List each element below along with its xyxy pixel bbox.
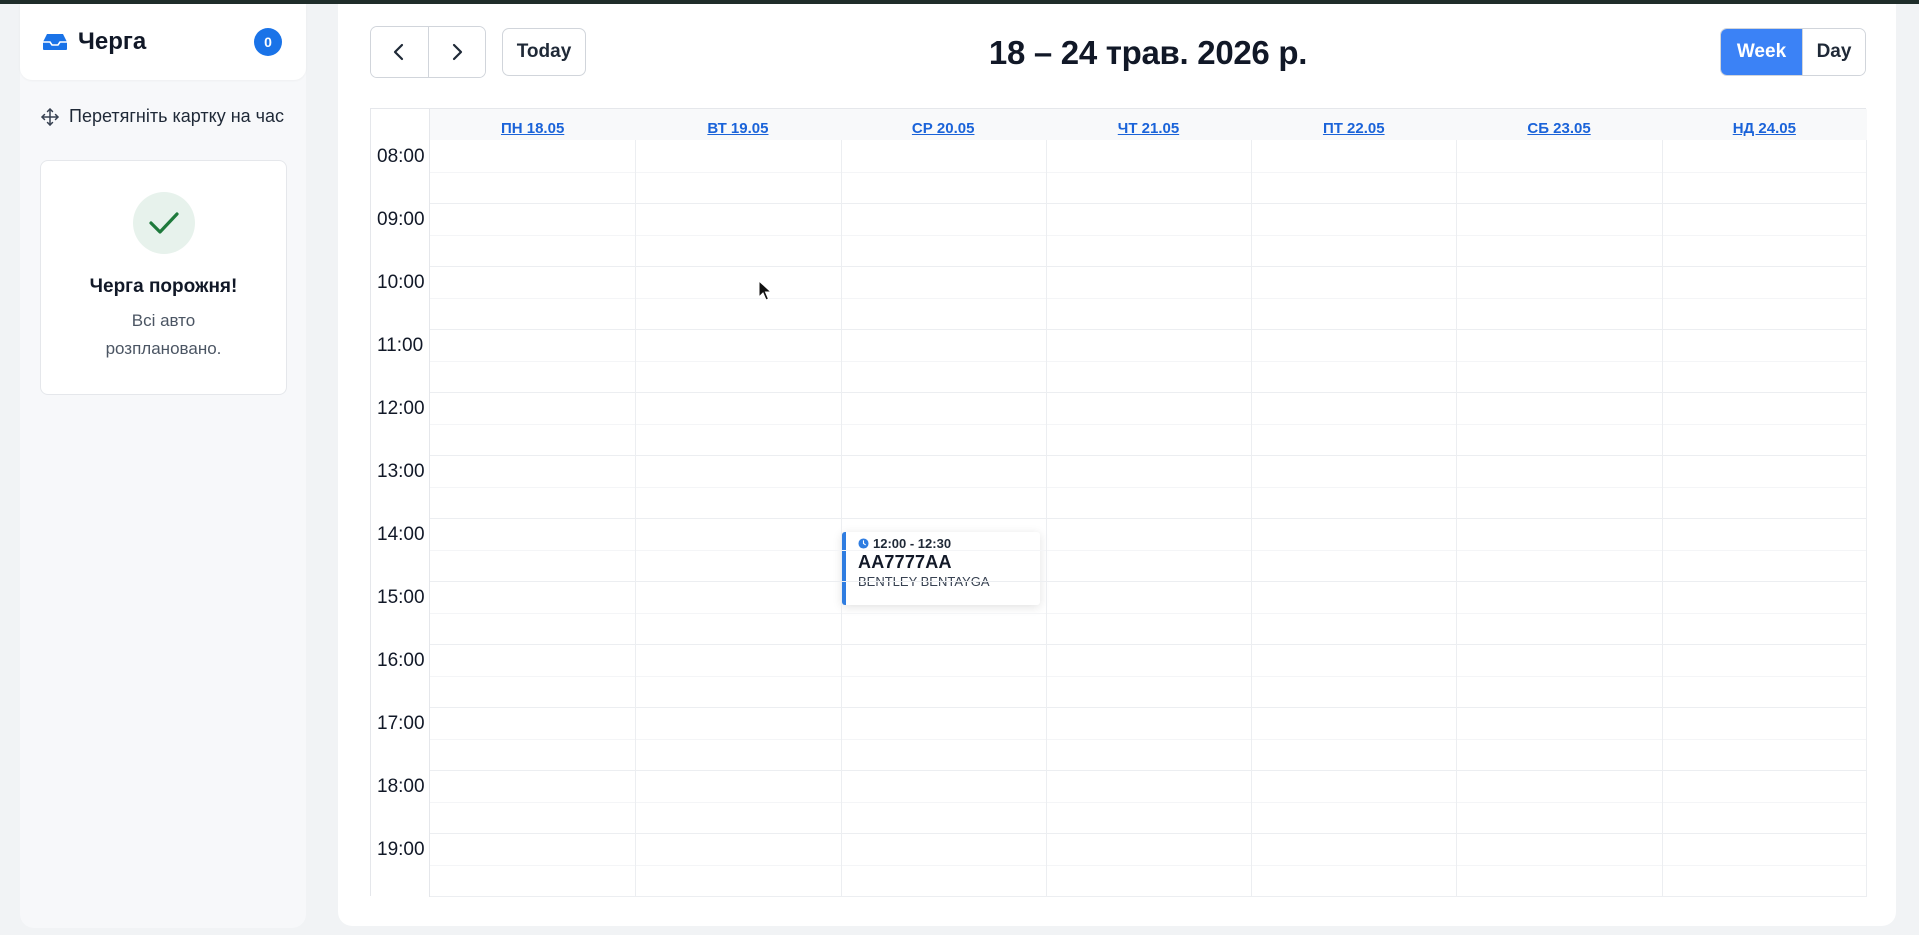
half-hour-gridline	[430, 549, 1867, 551]
queue-count-badge: 0	[254, 28, 282, 56]
hour-label: 17:00	[377, 713, 425, 734]
hour-gridline	[430, 896, 1867, 897]
empty-queue-card: Черга порожня! Всі авто розплановано.	[40, 160, 287, 395]
day-header-2[interactable]: ВТ 19.05	[635, 109, 840, 140]
half-hour-gridline	[430, 864, 1867, 866]
check-icon	[132, 192, 195, 254]
day-header-7[interactable]: НД 24.05	[1662, 109, 1867, 140]
hour-label: 12:00	[377, 398, 425, 419]
day-column-divider	[1866, 140, 1867, 897]
half-hour-gridline	[430, 360, 1867, 362]
calendar-panel: Today 18 – 24 трав. 2026 р. Week Day 08:…	[338, 4, 1896, 926]
half-hour-gridline	[430, 486, 1867, 488]
half-hour-gridline	[430, 738, 1867, 740]
hour-gridline	[430, 392, 1867, 393]
half-hour-gridline	[430, 297, 1867, 299]
hour-label: 13:00	[377, 461, 425, 482]
half-hour-gridline	[430, 675, 1867, 677]
drag-hint-text: Перетягніть картку на час	[69, 106, 285, 126]
queue-sidebar: Черга 0 Перетягніть картку на час Черга …	[20, 4, 306, 928]
chevron-right-icon	[452, 43, 462, 61]
hour-gridline	[430, 833, 1867, 834]
queue-header: Черга 0	[20, 4, 306, 80]
hour-label: 09:00	[377, 209, 425, 230]
day-column-divider	[1046, 140, 1047, 897]
day-header-3[interactable]: СР 20.05	[841, 109, 1046, 140]
day-column-divider	[1456, 140, 1457, 897]
today-button[interactable]: Today	[502, 28, 586, 76]
move-icon	[40, 107, 60, 127]
hour-gridline	[430, 707, 1867, 708]
day-header-4[interactable]: ЧТ 21.05	[1046, 109, 1251, 140]
day-column-divider	[635, 140, 636, 897]
hour-gridline	[430, 644, 1867, 645]
hour-label: 18:00	[377, 776, 425, 797]
hour-gridline	[430, 455, 1867, 456]
half-hour-gridline	[430, 234, 1867, 236]
day-column-divider	[841, 140, 842, 897]
day-column-divider	[1251, 140, 1252, 897]
hour-label: 15:00	[377, 587, 425, 608]
empty-queue-subtitle: Всі авто розплановано.	[105, 311, 222, 358]
view-switcher: Week Day	[1720, 28, 1866, 76]
day-header-6[interactable]: СБ 23.05	[1456, 109, 1661, 140]
half-hour-gridline	[430, 423, 1867, 425]
half-hour-gridline	[430, 801, 1867, 803]
inbox-icon	[42, 32, 68, 52]
hour-label: 10:00	[377, 272, 425, 293]
clock-icon	[858, 538, 869, 549]
half-hour-gridline	[430, 171, 1867, 173]
day-header-5[interactable]: ПТ 22.05	[1251, 109, 1456, 140]
day-column-divider	[1662, 140, 1663, 897]
drag-hint: Перетягніть картку на час	[40, 106, 306, 127]
empty-queue-title: Черга порожня!	[89, 276, 238, 297]
mouse-pointer-icon	[758, 280, 772, 301]
hour-gridline	[430, 518, 1867, 519]
hour-label: 08:00	[377, 146, 425, 167]
half-hour-gridline	[430, 612, 1867, 614]
hour-label: 16:00	[377, 650, 425, 671]
week-grid: 08:00 09:00 10:00 11:00 12:00 13:00 14:00 15:00…	[370, 108, 1867, 897]
hour-gridline	[430, 329, 1867, 330]
day-view-button[interactable]: Day	[1802, 29, 1865, 75]
day-header-1[interactable]: ПН 18.05	[430, 109, 635, 140]
hour-gridline	[430, 581, 1867, 582]
appointment-card[interactable]: 12:00 - 12:30 AA7777AA BENTLEY BENTAYGA	[842, 532, 1040, 605]
prev-week-button[interactable]	[371, 27, 428, 77]
next-week-button[interactable]	[427, 27, 485, 77]
hour-gridline	[430, 203, 1867, 204]
calendar-toolbar: Today 18 – 24 трав. 2026 р. Week Day	[338, 4, 1896, 104]
hour-label: 14:00	[377, 524, 425, 545]
date-range-title: 18 – 24 трав. 2026 р.	[988, 34, 1308, 71]
hour-gridline	[430, 266, 1867, 267]
time-slots-area[interactable]: 12:00 - 12:30 AA7777AA BENTLEY BENTAYGA	[430, 140, 1867, 897]
hour-gridline	[430, 770, 1867, 771]
hour-label: 19:00	[377, 839, 425, 860]
navigation-group	[370, 26, 486, 78]
queue-title: Черга	[78, 28, 147, 55]
time-column: 08:00 09:00 10:00 11:00 12:00 13:00 14:00 15:00…	[371, 109, 430, 897]
day-header-row: ПН 18.05 ВТ 19.05 СР 20.05 ЧТ 21.05 ПТ 22.05…	[430, 109, 1867, 140]
chevron-left-icon	[394, 43, 404, 61]
appointment-plate: AA7777AA	[858, 552, 952, 572]
week-view-button[interactable]: Week	[1721, 29, 1802, 75]
hour-label: 11:00	[377, 335, 424, 356]
